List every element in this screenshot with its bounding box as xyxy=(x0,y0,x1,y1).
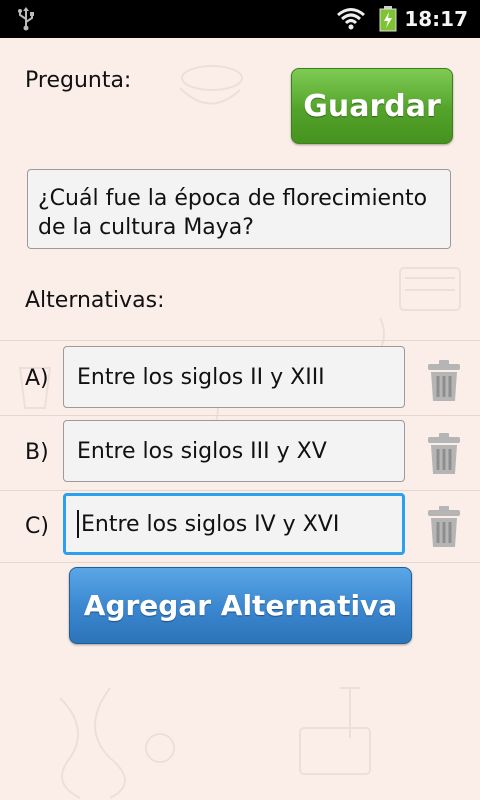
add-alternative-button[interactable]: Agregar Alternativa xyxy=(69,567,412,644)
alternatives-label: Alternativas: xyxy=(25,288,165,313)
background-doodles xyxy=(18,65,461,799)
question-editor: Pregunta: Guardar ¿Cuál fue la época de … xyxy=(0,38,480,800)
question-label: Pregunta: xyxy=(25,68,132,93)
alternative-letter-b: B) xyxy=(25,440,49,465)
alternative-input-c[interactable]: Entre los siglos IV y XVI xyxy=(63,493,405,555)
delete-alternative-b-icon[interactable] xyxy=(422,432,466,476)
question-input[interactable]: ¿Cuál fue la época de florecimiento de l… xyxy=(27,169,451,249)
divider xyxy=(0,490,480,491)
wifi-icon xyxy=(336,6,366,34)
delete-alternative-c-icon[interactable] xyxy=(422,505,466,549)
alternative-input-a[interactable]: Entre los siglos II y XIII xyxy=(63,346,405,408)
delete-alternative-a-icon[interactable] xyxy=(422,359,466,403)
alternative-value-b: Entre los siglos III y XV xyxy=(77,438,327,464)
alternative-letter-c: C) xyxy=(25,514,49,539)
battery-charging-icon xyxy=(379,6,397,36)
alternative-value-c: Entre los siglos IV y XVI xyxy=(81,511,340,537)
divider xyxy=(0,562,480,563)
usb-icon xyxy=(16,7,36,35)
save-button[interactable]: Guardar xyxy=(291,68,453,144)
divider xyxy=(0,415,480,416)
status-time: 18:17 xyxy=(404,7,468,31)
alternative-letter-a: A) xyxy=(25,366,49,391)
alternative-input-b[interactable]: Entre los siglos III y XV xyxy=(63,420,405,482)
divider xyxy=(0,340,480,341)
alternative-value-a: Entre los siglos II y XIII xyxy=(77,364,325,390)
text-cursor xyxy=(77,510,79,538)
status-bar: 18:17 xyxy=(0,0,480,38)
